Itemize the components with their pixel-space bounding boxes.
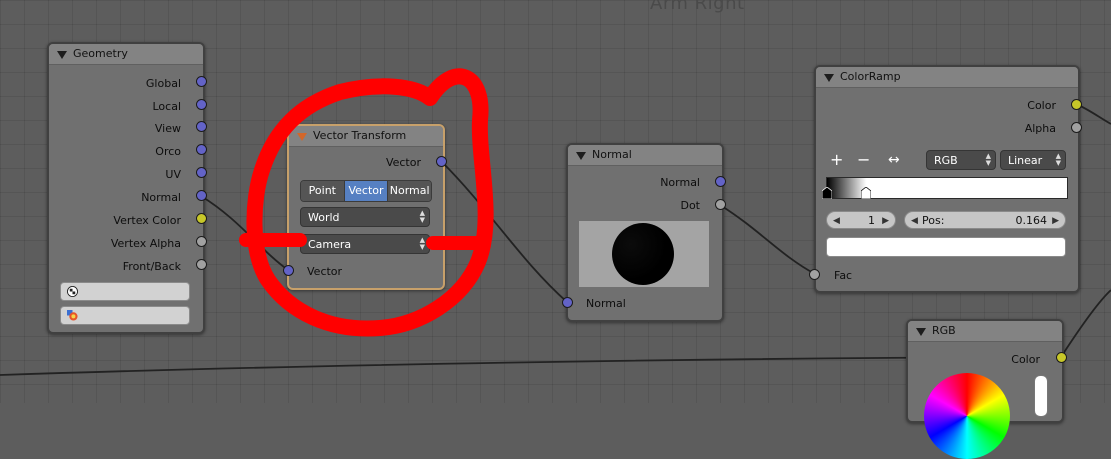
- red-annotation-circle: [239, 68, 494, 337]
